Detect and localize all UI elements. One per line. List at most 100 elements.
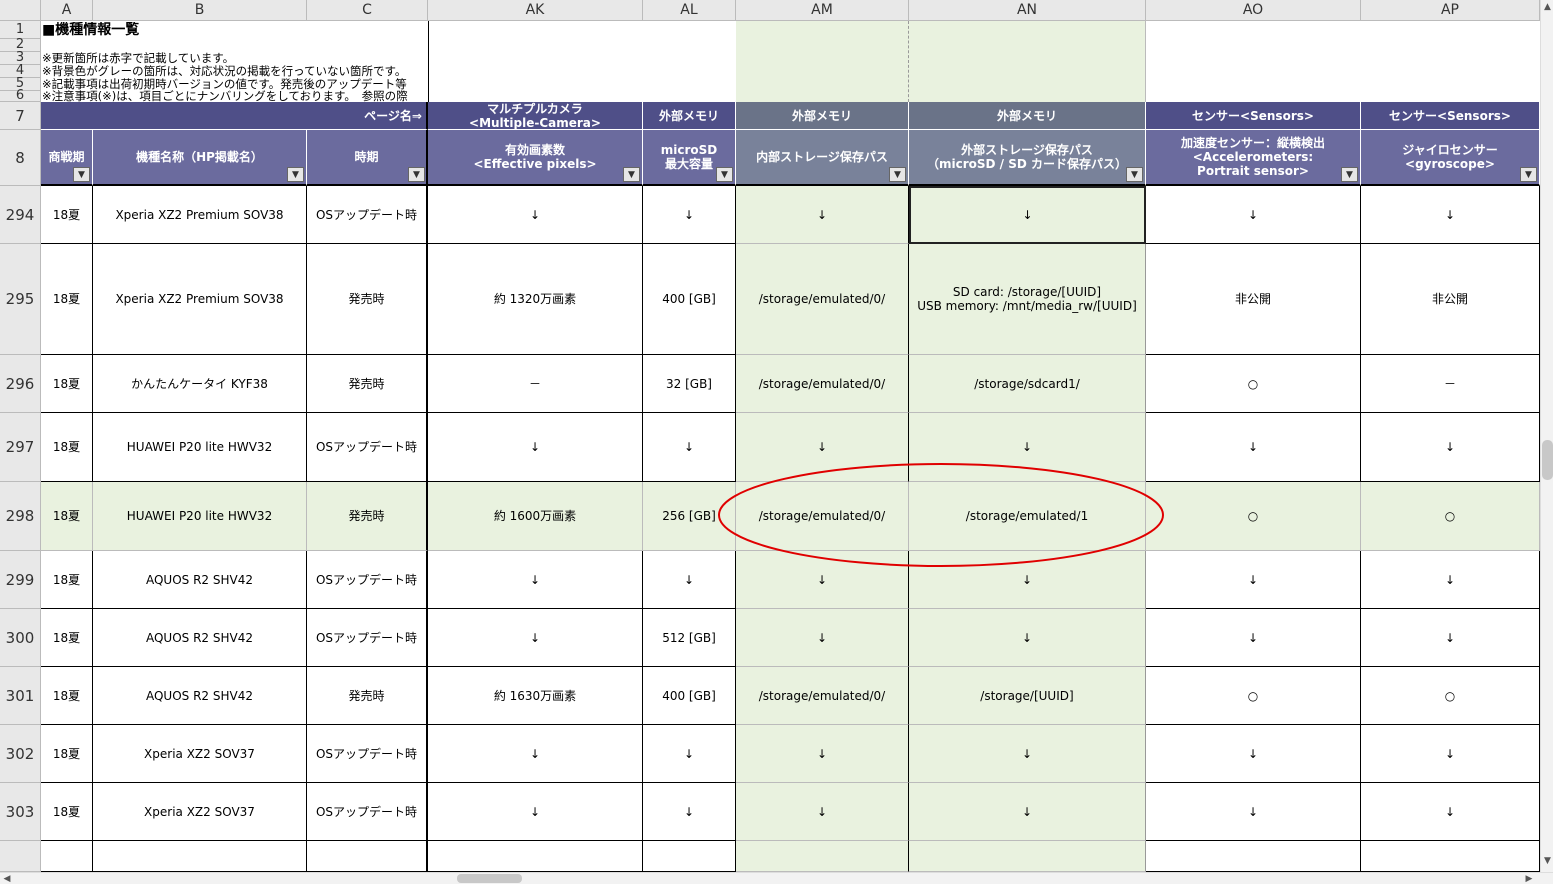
data-cell-al[interactable]: 400 [GB] xyxy=(643,244,736,355)
data-cell-al[interactable]: ↓ xyxy=(643,725,736,783)
data-cell-c[interactable]: OSアップデート時 xyxy=(307,609,428,667)
data-cell-b[interactable]: Xperia XZ2 Premium SOV38 xyxy=(93,186,307,244)
column-header-ak[interactable]: AK xyxy=(428,0,643,21)
row-header[interactable]: 302 xyxy=(0,725,41,783)
data-cell-ao[interactable]: ○ xyxy=(1146,667,1361,725)
row-header[interactable]: 303 xyxy=(0,783,41,841)
data-cell-ak[interactable]: ↓ xyxy=(428,551,643,609)
data-cell-ak[interactable]: ↓ xyxy=(428,783,643,841)
data-cell-ak[interactable]: ↓ xyxy=(428,725,643,783)
data-cell-ak[interactable]: ↓ xyxy=(428,609,643,667)
data-cell-b[interactable]: AQUOS R2 SHV42 xyxy=(93,551,307,609)
row-header[interactable]: 301 xyxy=(0,667,41,725)
data-cell-c[interactable]: 発売時 xyxy=(307,244,428,355)
row-header[interactable]: 298 xyxy=(0,482,41,551)
row-header[interactable]: 294 xyxy=(0,186,41,244)
data-cell-am[interactable]: ↓ xyxy=(736,413,909,482)
data-cell-al[interactable]: 512 [GB] xyxy=(643,609,736,667)
dropdown-filter-icon[interactable]: ▼ xyxy=(73,167,90,182)
horizontal-scroll-thumb[interactable] xyxy=(457,874,522,883)
data-cell-a[interactable]: 18夏 xyxy=(41,244,93,355)
data-cell-an[interactable]: ↓ xyxy=(909,551,1146,609)
data-cell-am[interactable]: /storage/emulated/0/ xyxy=(736,244,909,355)
row-header[interactable] xyxy=(0,841,41,872)
dropdown-filter-icon[interactable]: ▼ xyxy=(889,167,906,182)
scroll-left-icon[interactable]: ◀ xyxy=(0,873,14,885)
data-cell-c[interactable]: OSアップデート時 xyxy=(307,725,428,783)
data-cell-al[interactable] xyxy=(643,841,736,872)
scroll-down-icon[interactable]: ▼ xyxy=(1541,854,1553,868)
data-cell-b[interactable]: HUAWEI P20 lite HWV32 xyxy=(93,482,307,551)
data-cell-b[interactable]: HUAWEI P20 lite HWV32 xyxy=(93,413,307,482)
scroll-up-icon[interactable]: ▲ xyxy=(1541,0,1553,14)
data-cell-ap[interactable]: ↓ xyxy=(1361,609,1540,667)
data-cell-ao[interactable]: 非公開 xyxy=(1146,244,1361,355)
dropdown-filter-icon[interactable]: ▼ xyxy=(716,167,733,182)
data-cell-ap[interactable] xyxy=(1361,841,1540,872)
data-cell-ao[interactable] xyxy=(1146,841,1361,872)
data-cell-an[interactable]: /storage/[UUID] xyxy=(909,667,1146,725)
data-cell-a[interactable]: 18夏 xyxy=(41,609,93,667)
dropdown-filter-icon[interactable]: ▼ xyxy=(1520,167,1537,182)
data-cell-b[interactable]: かんたんケータイ KYF38 xyxy=(93,355,307,413)
data-cell-am[interactable]: ↓ xyxy=(736,609,909,667)
data-cell-a[interactable]: 18夏 xyxy=(41,783,93,841)
data-cell-b[interactable]: Xperia XZ2 Premium SOV38 xyxy=(93,244,307,355)
data-cell-an[interactable]: /storage/sdcard1/ xyxy=(909,355,1146,413)
column-header-b[interactable]: B xyxy=(93,0,307,21)
data-cell-al[interactable]: ↓ xyxy=(643,186,736,244)
data-cell-al[interactable]: ↓ xyxy=(643,413,736,482)
data-cell-c[interactable]: 発売時 xyxy=(307,667,428,725)
row-header[interactable]: 295 xyxy=(0,244,41,355)
data-cell-ao[interactable]: ↓ xyxy=(1146,413,1361,482)
data-cell-ao[interactable]: ↓ xyxy=(1146,783,1361,841)
data-cell-am[interactable]: /storage/emulated/0/ xyxy=(736,482,909,551)
data-cell-ak[interactable]: 約 1600万画素 xyxy=(428,482,643,551)
data-cell-an[interactable]: ↓ xyxy=(909,186,1146,244)
row-header[interactable]: 299 xyxy=(0,551,41,609)
row-header[interactable]: 8 xyxy=(0,130,41,186)
data-cell-b[interactable]: AQUOS R2 SHV42 xyxy=(93,667,307,725)
data-cell-an[interactable]: ↓ xyxy=(909,783,1146,841)
data-cell-b[interactable]: Xperia XZ2 SOV37 xyxy=(93,783,307,841)
data-cell-a[interactable]: 18夏 xyxy=(41,482,93,551)
data-cell-c[interactable]: OSアップデート時 xyxy=(307,783,428,841)
horizontal-scrollbar[interactable]: ◀ ▶ xyxy=(0,872,1553,884)
data-cell-c[interactable]: OSアップデート時 xyxy=(307,186,428,244)
data-cell-ao[interactable]: ↓ xyxy=(1146,551,1361,609)
column-header-am[interactable]: AM xyxy=(736,0,909,21)
data-cell-a[interactable] xyxy=(41,841,93,872)
data-cell-am[interactable]: /storage/emulated/0/ xyxy=(736,667,909,725)
dropdown-filter-icon[interactable]: ▼ xyxy=(1126,167,1143,182)
dropdown-filter-icon[interactable]: ▼ xyxy=(1341,167,1358,182)
data-cell-al[interactable]: ↓ xyxy=(643,783,736,841)
data-cell-an[interactable]: SD card: /storage/[UUID] USB memory: /mn… xyxy=(909,244,1146,355)
data-cell-c[interactable]: 発売時 xyxy=(307,482,428,551)
row-header[interactable]: 7 xyxy=(0,102,41,130)
data-cell-c[interactable] xyxy=(307,841,428,872)
data-cell-a[interactable]: 18夏 xyxy=(41,186,93,244)
vertical-scrollbar[interactable]: ▲ ▼ xyxy=(1540,0,1553,872)
data-cell-am[interactable]: ↓ xyxy=(736,725,909,783)
data-cell-b[interactable]: Xperia XZ2 SOV37 xyxy=(93,725,307,783)
data-cell-ao[interactable]: ↓ xyxy=(1146,186,1361,244)
data-cell-ap[interactable]: ↓ xyxy=(1361,783,1540,841)
column-header-c[interactable]: C xyxy=(307,0,428,21)
row-header[interactable]: 300 xyxy=(0,609,41,667)
column-header-an[interactable]: AN xyxy=(909,0,1146,21)
data-cell-a[interactable]: 18夏 xyxy=(41,725,93,783)
data-cell-al[interactable]: 400 [GB] xyxy=(643,667,736,725)
data-cell-ap[interactable]: ○ xyxy=(1361,482,1540,551)
data-cell-am[interactable]: ↓ xyxy=(736,551,909,609)
data-cell-an[interactable]: ↓ xyxy=(909,413,1146,482)
data-cell-an[interactable] xyxy=(909,841,1146,872)
dropdown-filter-icon[interactable]: ▼ xyxy=(287,167,304,182)
dropdown-filter-icon[interactable]: ▼ xyxy=(408,167,425,182)
data-cell-am[interactable]: /storage/emulated/0/ xyxy=(736,355,909,413)
data-cell-ap[interactable]: 非公開 xyxy=(1361,244,1540,355)
data-cell-b[interactable]: AQUOS R2 SHV42 xyxy=(93,609,307,667)
row-header[interactable]: 6 xyxy=(0,89,41,103)
dropdown-filter-icon[interactable]: ▼ xyxy=(623,167,640,182)
data-cell-ap[interactable]: ○ xyxy=(1361,667,1540,725)
spreadsheet-grid[interactable]: A B C AK AL AM AN AO AP 1 2 3 4 5 6 ■機種情報一覧 ※更新箇所は赤字で記載し… xyxy=(0,0,1540,872)
